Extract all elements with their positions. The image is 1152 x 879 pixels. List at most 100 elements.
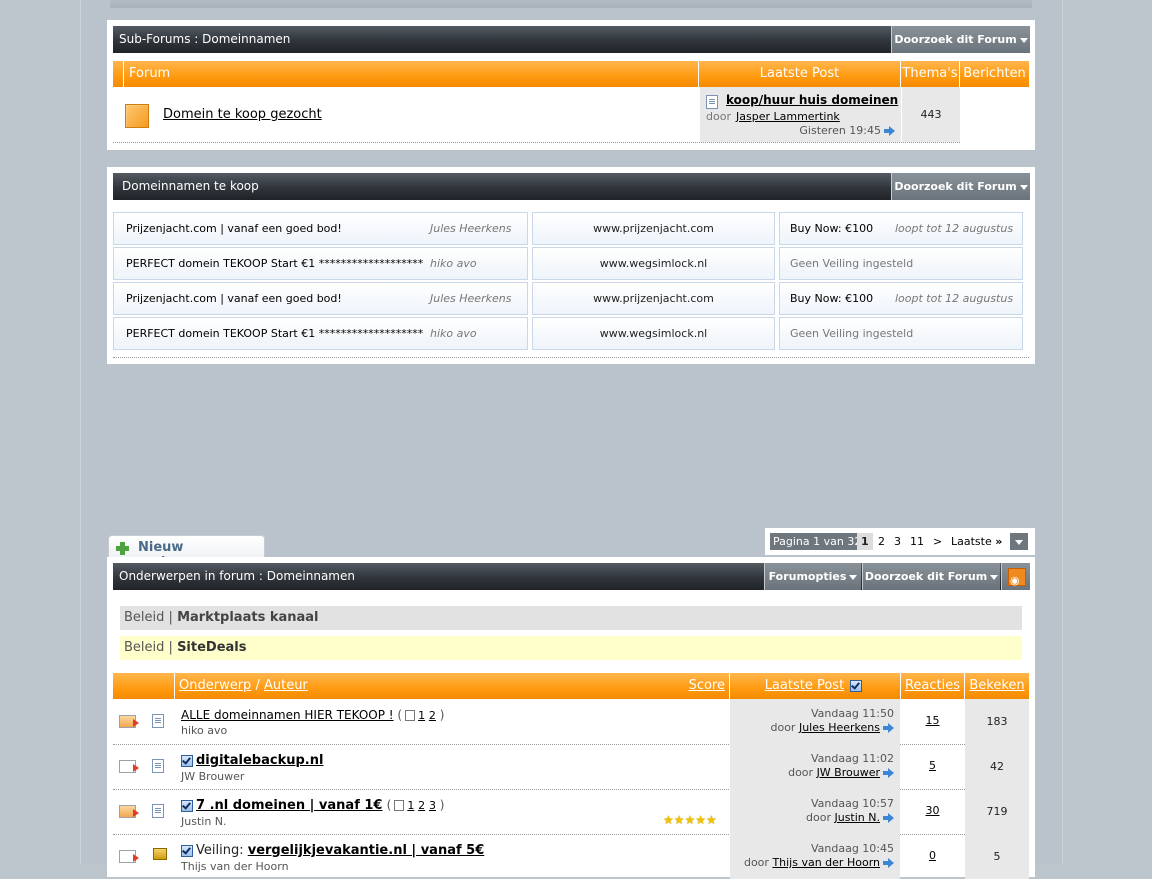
checked-icon bbox=[181, 754, 193, 767]
sort-replies-link[interactable]: Reacties bbox=[905, 678, 960, 693]
chevron-down-icon bbox=[1019, 184, 1028, 190]
topic-author: Justin N. bbox=[181, 815, 227, 828]
views-count: 5 bbox=[965, 834, 1029, 879]
last-post-author-link[interactable]: Thijs van der Hoorn bbox=[772, 856, 880, 869]
search-forum-button[interactable]: Doorzoek dit Forum bbox=[891, 173, 1030, 200]
policy-marktplaats[interactable]: Beleid | Marktplaats kanaal bbox=[120, 606, 1022, 630]
topics-column-headers: Onderwerp / Auteur Score Laatste Post Re… bbox=[113, 673, 1029, 699]
topic-author: JW Brouwer bbox=[181, 770, 245, 783]
go-to-post-icon[interactable] bbox=[883, 723, 894, 733]
last-post-time: Gisteren 19:45 bbox=[799, 124, 895, 137]
sale-price-box: Geen Veiling ingesteld bbox=[779, 317, 1023, 350]
last-post-author-link[interactable]: Jules Heerkens bbox=[799, 721, 880, 734]
sort-last-post-link[interactable]: Laatste Post bbox=[765, 678, 844, 693]
rating-stars: ★★★★★ bbox=[663, 813, 717, 827]
sale-domain-box[interactable]: www.prijzenjacht.com bbox=[532, 282, 775, 315]
sort-subject-link[interactable]: Onderwerp bbox=[179, 678, 251, 693]
topic-title-link[interactable]: vergelijkjevakantie.nl | vanaf 5€ bbox=[248, 843, 485, 858]
for-sale-title: Domeinnamen te koop bbox=[122, 179, 259, 193]
sale-price-box: Geen Veiling ingesteld bbox=[779, 247, 1023, 280]
topic-status-icon bbox=[119, 760, 139, 773]
themes-count: 443 bbox=[902, 87, 960, 142]
chevron-down-icon bbox=[1019, 37, 1028, 43]
topic-status-icon bbox=[119, 850, 139, 863]
sort-author-link[interactable]: Auteur bbox=[264, 678, 308, 693]
go-to-post-icon[interactable] bbox=[884, 126, 895, 136]
topic-page-link[interactable]: 1 bbox=[407, 799, 414, 812]
pages-icon bbox=[405, 710, 416, 721]
page-link[interactable]: 3 bbox=[894, 533, 901, 550]
topic-page-link[interactable]: 1 bbox=[418, 709, 425, 722]
topics-header: Onderwerpen in forum : Domeinnamen Forum… bbox=[113, 563, 1030, 594]
last-post-author-link[interactable]: Justin N. bbox=[834, 811, 880, 824]
topic-title-link[interactable]: 7 .nl domeinen | vanaf 1€ bbox=[196, 798, 382, 813]
subforums-panel: Sub-Forums : Domeinnamen Doorzoek dit Fo… bbox=[107, 20, 1035, 150]
search-forum-button[interactable]: Doorzoek dit Forum bbox=[862, 563, 1000, 590]
replies-link[interactable]: 0 bbox=[901, 849, 964, 862]
views-count: 183 bbox=[965, 699, 1029, 744]
subforums-title: Sub-Forums : Domeinnamen bbox=[119, 32, 291, 46]
chevron-down-icon bbox=[990, 574, 999, 580]
page-jump-button[interactable] bbox=[1010, 533, 1028, 550]
forum-options-button[interactable]: Forumopties bbox=[764, 563, 861, 590]
for-sale-header: Domeinnamen te koop Doorzoek dit Forum bbox=[113, 173, 1030, 200]
subforum-link[interactable]: Domein te koop gezocht bbox=[163, 107, 322, 122]
chevron-down-icon bbox=[849, 574, 858, 580]
views-count: 42 bbox=[965, 744, 1029, 789]
sort-direction-icon bbox=[850, 679, 863, 692]
replies-link[interactable]: 15 bbox=[901, 714, 964, 727]
sale-title-box[interactable]: PERFECT domein TEKOOP Start €1 *********… bbox=[113, 317, 528, 350]
sale-title-box[interactable]: PERFECT domein TEKOOP Start €1 *********… bbox=[113, 247, 528, 280]
search-forum-button[interactable]: Doorzoek dit Forum bbox=[891, 26, 1030, 53]
policy-sitedeals[interactable]: Beleid | SiteDeals bbox=[120, 636, 1022, 660]
views-count: 719 bbox=[965, 789, 1029, 834]
page-last[interactable]: Laatste » bbox=[951, 533, 1002, 550]
topic-title-link[interactable]: ALLE domeinnamen HIER TEKOOP ! bbox=[181, 708, 394, 722]
document-icon bbox=[152, 759, 164, 773]
sort-score-link[interactable]: Score bbox=[689, 673, 725, 699]
page-link[interactable]: 2 bbox=[878, 533, 885, 550]
go-to-post-icon[interactable] bbox=[883, 768, 894, 778]
rss-button[interactable] bbox=[1001, 563, 1030, 594]
sale-title-box[interactable]: Prijzenjacht.com | vanaf een goed bod! J… bbox=[113, 282, 528, 315]
posts-count bbox=[961, 87, 1029, 142]
topic-last-post-cell: Vandaag 11:50 door Jules Heerkens bbox=[730, 699, 900, 744]
sale-domain-box[interactable]: www.wegsimlock.nl bbox=[532, 317, 775, 350]
col-replies: Reacties bbox=[901, 673, 965, 699]
replies-link[interactable]: 5 bbox=[901, 759, 964, 772]
hot-topic-icon bbox=[119, 805, 139, 818]
subforum-last-post-cell: koop/huur huis domeinen door Jasper Lamm… bbox=[700, 87, 901, 142]
go-to-post-icon[interactable] bbox=[883, 813, 894, 823]
page-link[interactable]: 11 bbox=[910, 533, 924, 550]
topic-last-post-cell: Vandaag 10:57 door Justin N. bbox=[730, 789, 900, 834]
sale-title-box[interactable]: Prijzenjacht.com | vanaf een goed bod! J… bbox=[113, 212, 528, 245]
sort-views-link[interactable]: Bekeken bbox=[969, 678, 1024, 693]
forum-folder-icon bbox=[125, 104, 149, 128]
replies-link[interactable]: 30 bbox=[901, 804, 964, 817]
topic-page-link[interactable]: 3 bbox=[429, 799, 436, 812]
go-to-post-icon[interactable] bbox=[883, 858, 894, 868]
last-post-author-link[interactable]: Jasper Lammertink bbox=[736, 110, 840, 123]
checked-icon bbox=[181, 844, 193, 857]
last-post-author-link[interactable]: JW Brouwer bbox=[817, 766, 880, 779]
topic-title-link[interactable]: digitalebackup.nl bbox=[196, 753, 323, 768]
topic-author: hiko avo bbox=[181, 724, 228, 737]
topic-last-post-cell: Vandaag 11:02 door JW Brouwer bbox=[730, 744, 900, 789]
col-subject-author: Onderwerp / Auteur Score bbox=[175, 673, 730, 699]
topic-author: Thijs van der Hoorn bbox=[181, 860, 289, 873]
sale-domain-box[interactable]: www.wegsimlock.nl bbox=[532, 247, 775, 280]
pagination: Pagina 1 van 32 1 2 3 11 > Laatste » bbox=[765, 528, 1035, 555]
page-next[interactable]: > bbox=[933, 533, 942, 550]
sale-domain-box[interactable]: www.prijzenjacht.com bbox=[532, 212, 775, 245]
topics-panel: Onderwerpen in forum : Domeinnamen Forum… bbox=[107, 557, 1035, 879]
checked-icon bbox=[181, 799, 193, 812]
topic-row: ALLE domeinnamen HIER TEKOOP ! (1 2 ) hi… bbox=[113, 699, 1029, 744]
col-forum: Forum bbox=[124, 61, 699, 87]
subforums-header: Sub-Forums : Domeinnamen Doorzoek dit Fo… bbox=[113, 26, 1030, 53]
topic-page-link[interactable]: 2 bbox=[429, 709, 436, 722]
chevron-down-icon bbox=[1015, 539, 1023, 545]
for-sale-panel: Domeinnamen te koop Doorzoek dit Forum P… bbox=[107, 167, 1035, 364]
topic-page-link[interactable]: 2 bbox=[418, 799, 425, 812]
page-count-label: Pagina 1 van 32 bbox=[770, 533, 865, 550]
last-post-title-link[interactable]: koop/huur huis domeinen bbox=[726, 93, 898, 107]
